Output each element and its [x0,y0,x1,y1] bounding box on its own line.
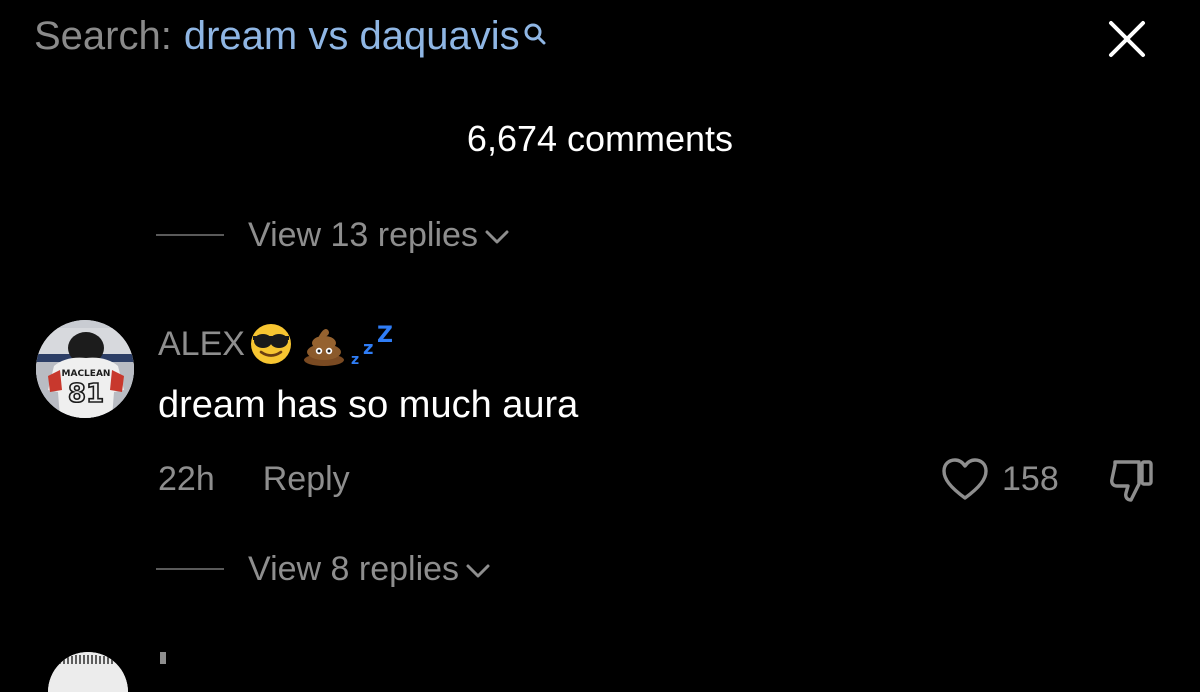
svg-text:Z: Z [377,323,393,348]
username-emojis: z z Z [249,320,397,368]
username-text: ALEX [158,324,245,363]
view-replies-label: View 8 replies [248,549,460,588]
search-query[interactable]: dream vs daquavis [184,14,520,59]
svg-text:z: z [363,338,373,359]
comments-count: 6,674 comments [466,118,734,159]
chevron-down-icon [466,564,490,578]
close-button[interactable] [1102,14,1152,64]
view-replies-label: View 13 replies [248,215,478,254]
dislike-icon [1110,460,1153,502]
view-replies-button[interactable]: View 8 replies [156,547,491,591]
reply-button[interactable]: Reply [263,460,350,499]
poop-emoji [303,329,344,366]
jersey-number: 81 [68,379,104,409]
jersey-name: MACLEAN [62,369,111,379]
svg-text:z: z [351,352,359,368]
search-bar[interactable]: Search: dream vs daquavis [34,12,548,60]
chevron-down-icon [485,230,509,244]
divider [156,568,224,570]
search-label: Search: [34,13,172,58]
sunglasses-emoji [250,324,291,364]
comment-text: dream has so much aura [158,384,579,426]
comment-username[interactable]: ALEX z z Z [158,318,397,370]
close-icon [1109,21,1145,57]
like-button[interactable]: 158 [940,454,1059,504]
avatar[interactable] [48,652,128,692]
comment-meta: 22h Reply [158,456,350,502]
dislike-button[interactable] [1104,454,1160,508]
avatar[interactable]: MACLEAN 81 [36,320,134,418]
divider [156,234,224,236]
like-count: 158 [1002,459,1059,498]
comment-time: 22h [158,459,215,498]
search-icon[interactable] [522,12,548,45]
heart-icon [942,458,988,500]
zzz-emoji: z z Z [351,323,393,368]
next-comment-username[interactable] [160,652,166,664]
view-replies-button[interactable]: View 13 replies [156,213,510,257]
